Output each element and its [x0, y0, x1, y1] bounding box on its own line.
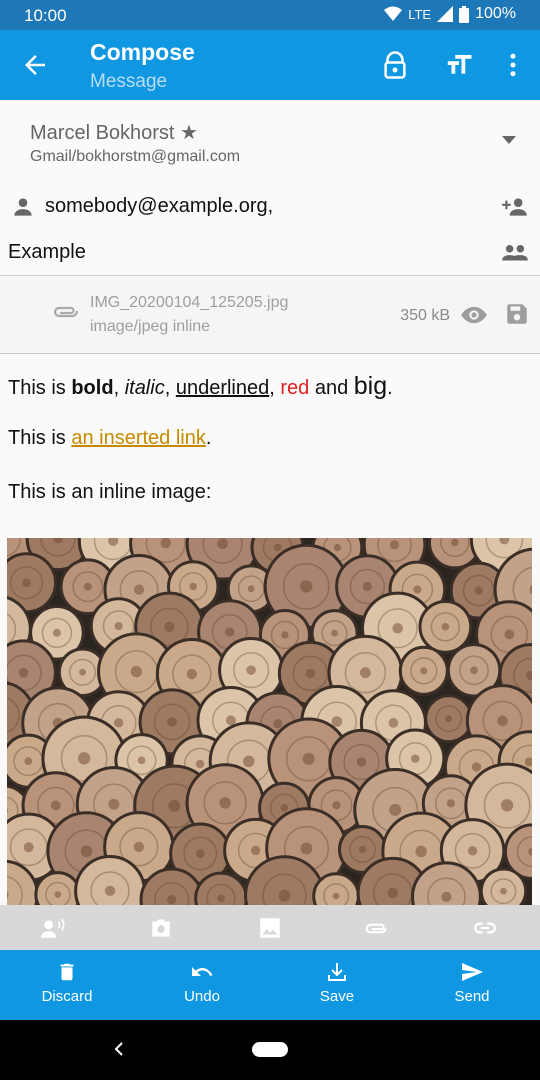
undo-button[interactable]: Undo [147, 960, 257, 1005]
battery-level: 100% [475, 5, 516, 22]
attachment-type: image/jpeg inline [90, 318, 211, 335]
inline-image[interactable] [7, 538, 532, 905]
attach-icon[interactable] [364, 915, 390, 941]
discard-label: Discard [41, 988, 93, 1005]
save-button[interactable]: Save [282, 960, 392, 1005]
attachment-filename: IMG_20200104_125205.jpg [90, 294, 289, 311]
person-icon [14, 198, 32, 216]
undo-icon [192, 967, 213, 976]
person-add-icon[interactable] [500, 194, 530, 220]
status-time: 10:00 [24, 6, 67, 25]
send-label: Send [454, 988, 490, 1005]
subject-value[interactable]: Example [8, 241, 86, 264]
body-line-link: This is an inserted link. [8, 427, 212, 449]
body-line-formatting: This is bold, italic, underlined, red an… [8, 372, 393, 400]
nav-home-pill[interactable] [252, 1042, 288, 1057]
status-icons: LTE 100% [384, 5, 516, 23]
inserted-link[interactable]: an inserted link [71, 427, 206, 449]
save-label: Save [319, 988, 355, 1005]
insert-toolbar [0, 905, 540, 950]
download-icon [328, 963, 346, 981]
more-vert-icon[interactable] [498, 50, 528, 80]
to-field[interactable]: somebody@example.org, [0, 186, 540, 230]
undo-label: Undo [184, 988, 220, 1005]
link-icon[interactable] [472, 915, 498, 941]
bottom-action-bar: Discard Undo Save Send [0, 950, 540, 1020]
signal-icon [437, 6, 454, 22]
dropdown-arrow-icon[interactable] [502, 136, 516, 144]
nav-back-icon[interactable] [110, 1040, 128, 1058]
group-icon[interactable] [500, 240, 530, 266]
sender-account: Gmail/bokhorstm@gmail.com [30, 148, 241, 165]
divider [0, 275, 540, 276]
message-body[interactable]: This is bold, italic, underlined, red an… [0, 355, 540, 905]
back-arrow-icon[interactable] [20, 50, 50, 80]
status-bar: 10:00 LTE 100% [0, 0, 540, 30]
record-audio-icon[interactable] [40, 915, 66, 941]
lock-open-icon[interactable] [380, 50, 410, 80]
send-icon [462, 963, 483, 981]
trash-icon [60, 963, 74, 981]
wifi-icon [384, 6, 403, 21]
system-nav-bar [0, 1020, 540, 1080]
image-icon[interactable] [257, 915, 283, 941]
app-bar: Compose Message [0, 30, 540, 100]
subject-field[interactable]: Example [0, 232, 540, 275]
text-size-icon[interactable] [444, 50, 474, 80]
battery-icon [459, 5, 470, 23]
paperclip-icon [53, 306, 79, 318]
attachment-size: 350 kB [400, 307, 450, 324]
send-button[interactable]: Send [417, 960, 527, 1005]
save-icon[interactable] [504, 301, 530, 327]
camera-icon[interactable] [148, 915, 174, 941]
body-line-image-caption: This is an inline image: [8, 481, 212, 503]
sender-name: Marcel Bokhorst ★ [30, 122, 198, 144]
eye-icon[interactable] [460, 301, 488, 329]
attachment-row[interactable]: IMG_20200104_125205.jpg image/jpeg inlin… [0, 277, 540, 353]
divider [0, 353, 540, 354]
from-selector[interactable]: Marcel Bokhorst ★ Gmail/bokhorstm@gmail.… [0, 100, 540, 180]
discard-button[interactable]: Discard [12, 960, 122, 1005]
page-title: Compose [90, 39, 195, 65]
page-subtitle: Message [90, 71, 168, 92]
network-label: LTE [408, 6, 432, 22]
to-value[interactable]: somebody@example.org, [45, 195, 273, 218]
